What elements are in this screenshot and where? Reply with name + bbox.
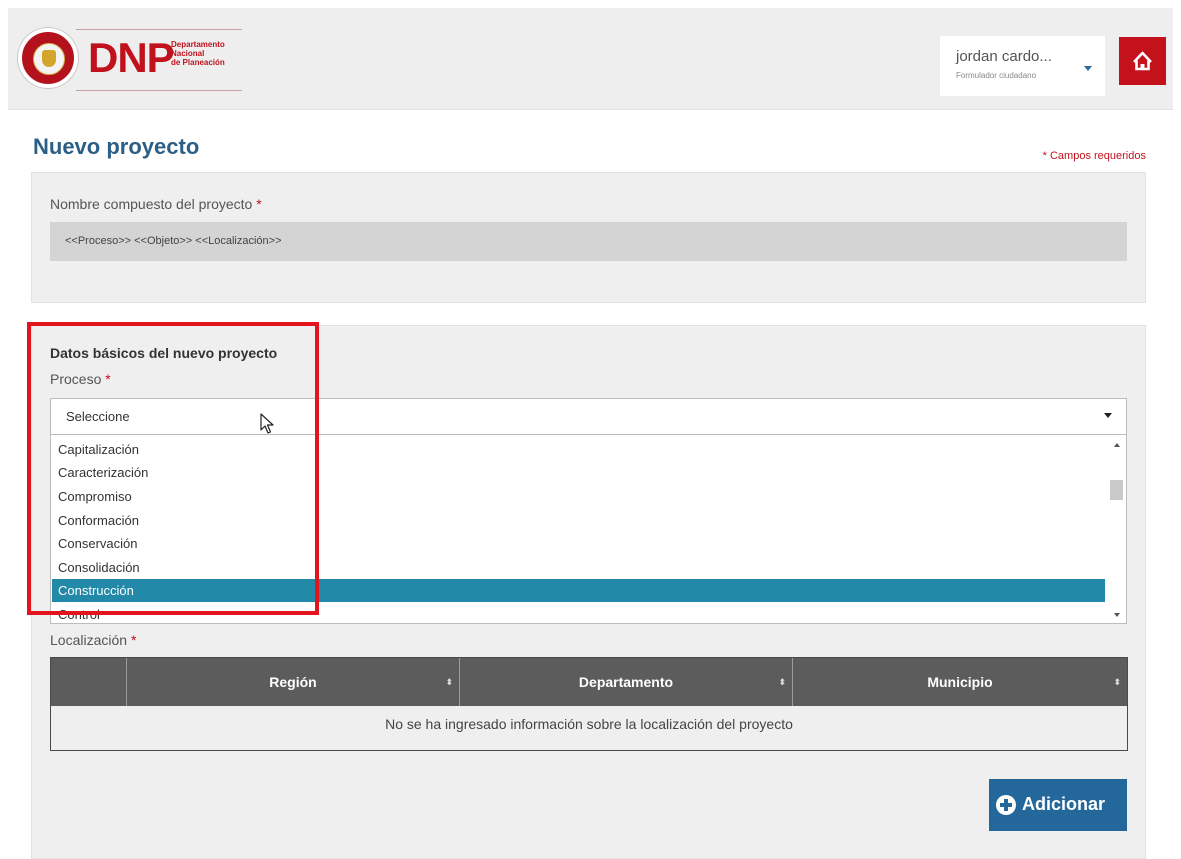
required-fields-note: * Campos requeridos	[1042, 150, 1146, 162]
proceso-select[interactable]: Seleccione	[50, 398, 1127, 435]
sort-icon[interactable]: ⬍	[445, 658, 453, 706]
page-title: Nuevo proyecto	[33, 134, 200, 159]
plus-circle-icon	[996, 795, 1016, 815]
composite-name-field: <<Proceso>> <<Objeto>> <<Localización>>	[50, 222, 1127, 261]
option-compromiso[interactable]: Compromiso	[52, 485, 1105, 508]
table-header-blank	[51, 658, 126, 706]
table-header: Región ⬍ Departamento ⬍ Municipio ⬍	[51, 658, 1127, 706]
add-button-label: Adicionar	[1022, 794, 1106, 814]
user-role: Formulador ciudadano	[956, 71, 1037, 80]
mouse-cursor-icon	[260, 413, 274, 434]
list-scrollbar[interactable]	[1108, 435, 1126, 623]
option-consolidacion[interactable]: Consolidación	[52, 556, 1105, 579]
option-conservacion[interactable]: Conservación	[52, 532, 1105, 555]
home-button[interactable]	[1119, 37, 1166, 85]
home-icon	[1133, 51, 1152, 71]
composite-name-label: Nombre compuesto del proyecto *	[50, 196, 262, 212]
option-capitalizacion[interactable]: Capitalización	[52, 438, 1105, 461]
sort-icon[interactable]: ⬍	[1113, 658, 1121, 706]
proceso-label: Proceso *	[50, 371, 111, 387]
localizacion-label: Localización *	[50, 632, 137, 648]
scroll-thumb[interactable]	[1110, 480, 1123, 500]
option-construccion[interactable]: Construcción	[52, 579, 1105, 602]
logo-subtitle: Departamento Nacional de Planeación	[171, 40, 225, 67]
top-header: DNP Departamento Nacional de Planeación …	[8, 8, 1173, 110]
location-table: Región ⬍ Departamento ⬍ Municipio ⬍ No se h…	[50, 657, 1128, 751]
option-conformacion[interactable]: Conformación	[52, 509, 1105, 532]
chevron-down-icon[interactable]	[1084, 66, 1092, 71]
add-button[interactable]: Adicionar	[989, 779, 1127, 831]
colombia-seal-icon	[18, 28, 78, 88]
section-title: Datos básicos del nuevo proyecto	[50, 345, 278, 361]
empty-table-message: No se ha ingresado información sobre la …	[51, 706, 1127, 750]
user-menu[interactable]: jordan cardo... Formulador ciudadano	[940, 36, 1105, 96]
caret-down-icon	[1104, 413, 1112, 418]
column-header-municipio[interactable]: Municipio ⬍	[792, 658, 1127, 706]
scroll-down-arrow-icon[interactable]	[1114, 613, 1120, 617]
option-caracterizacion[interactable]: Caracterización	[52, 461, 1105, 484]
proceso-dropdown-list[interactable]: Capitalización Caracterización Compromis…	[50, 435, 1127, 624]
scroll-up-arrow-icon[interactable]	[1114, 443, 1120, 447]
user-name: jordan cardo...	[956, 48, 1052, 65]
option-control[interactable]: Control	[52, 603, 1105, 623]
proceso-select-value: Seleccione	[66, 409, 130, 424]
dnp-logo[interactable]: DNP	[88, 37, 175, 79]
sort-icon[interactable]: ⬍	[778, 658, 786, 706]
column-header-departamento[interactable]: Departamento ⬍	[459, 658, 792, 706]
column-header-region[interactable]: Región ⬍	[126, 658, 459, 706]
